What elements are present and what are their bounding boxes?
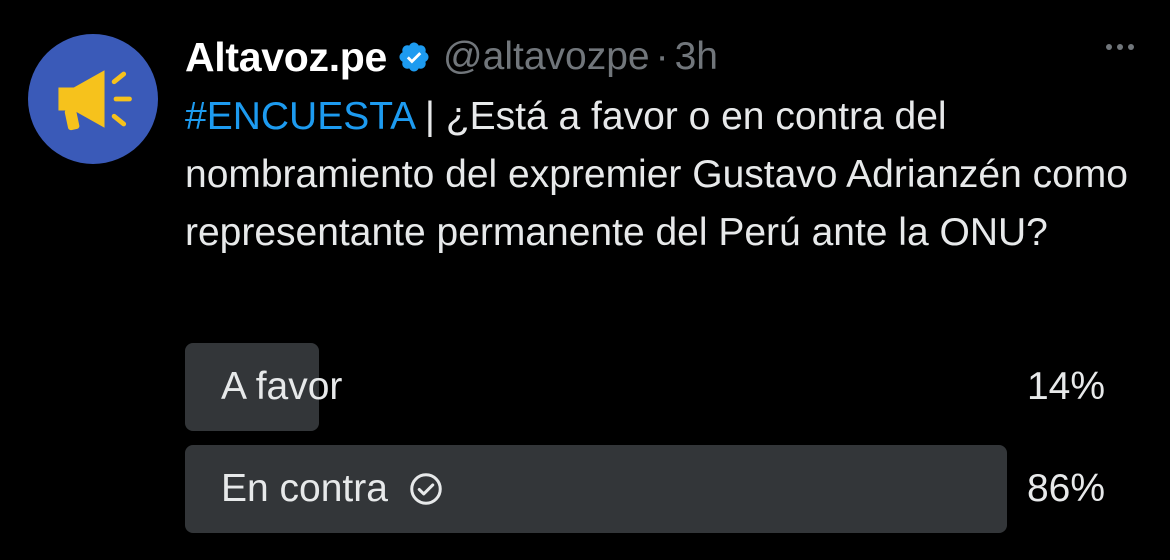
poll-option-label: A favor [221, 343, 342, 431]
poll-option-percent: 86% [1026, 467, 1105, 510]
hashtag-link[interactable]: #ENCUESTA [185, 95, 414, 138]
author-handle[interactable]: @altavozpe [443, 35, 650, 79]
more-dot [1128, 44, 1134, 50]
poll-option-percent: 14% [1026, 365, 1105, 408]
poll-option-en-contra[interactable]: En contra 86% [185, 445, 1105, 533]
author-display-name[interactable]: Altavoz.pe [185, 34, 387, 81]
check-circle-icon [408, 471, 444, 507]
poll-option-a-favor[interactable]: A favor 14% [185, 343, 1105, 431]
verified-badge-icon[interactable] [397, 40, 431, 74]
more-options-icon[interactable] [1106, 44, 1134, 50]
tweet-header: Altavoz.pe @altavozpe · 3h [185, 30, 718, 84]
more-dot [1117, 44, 1123, 50]
poll-option-label: En contra [221, 445, 444, 533]
separator-dot: · [655, 35, 669, 78]
megaphone-icon [58, 70, 132, 131]
tweet-text: #ENCUESTA | ¿Está a favor o en contra de… [185, 88, 1145, 262]
more-dot [1106, 44, 1112, 50]
tweet-timestamp[interactable]: 3h [675, 35, 718, 79]
avatar[interactable] [28, 34, 158, 164]
poll-option-text: A favor [221, 365, 343, 408]
poll-option-text: En contra [221, 467, 388, 510]
